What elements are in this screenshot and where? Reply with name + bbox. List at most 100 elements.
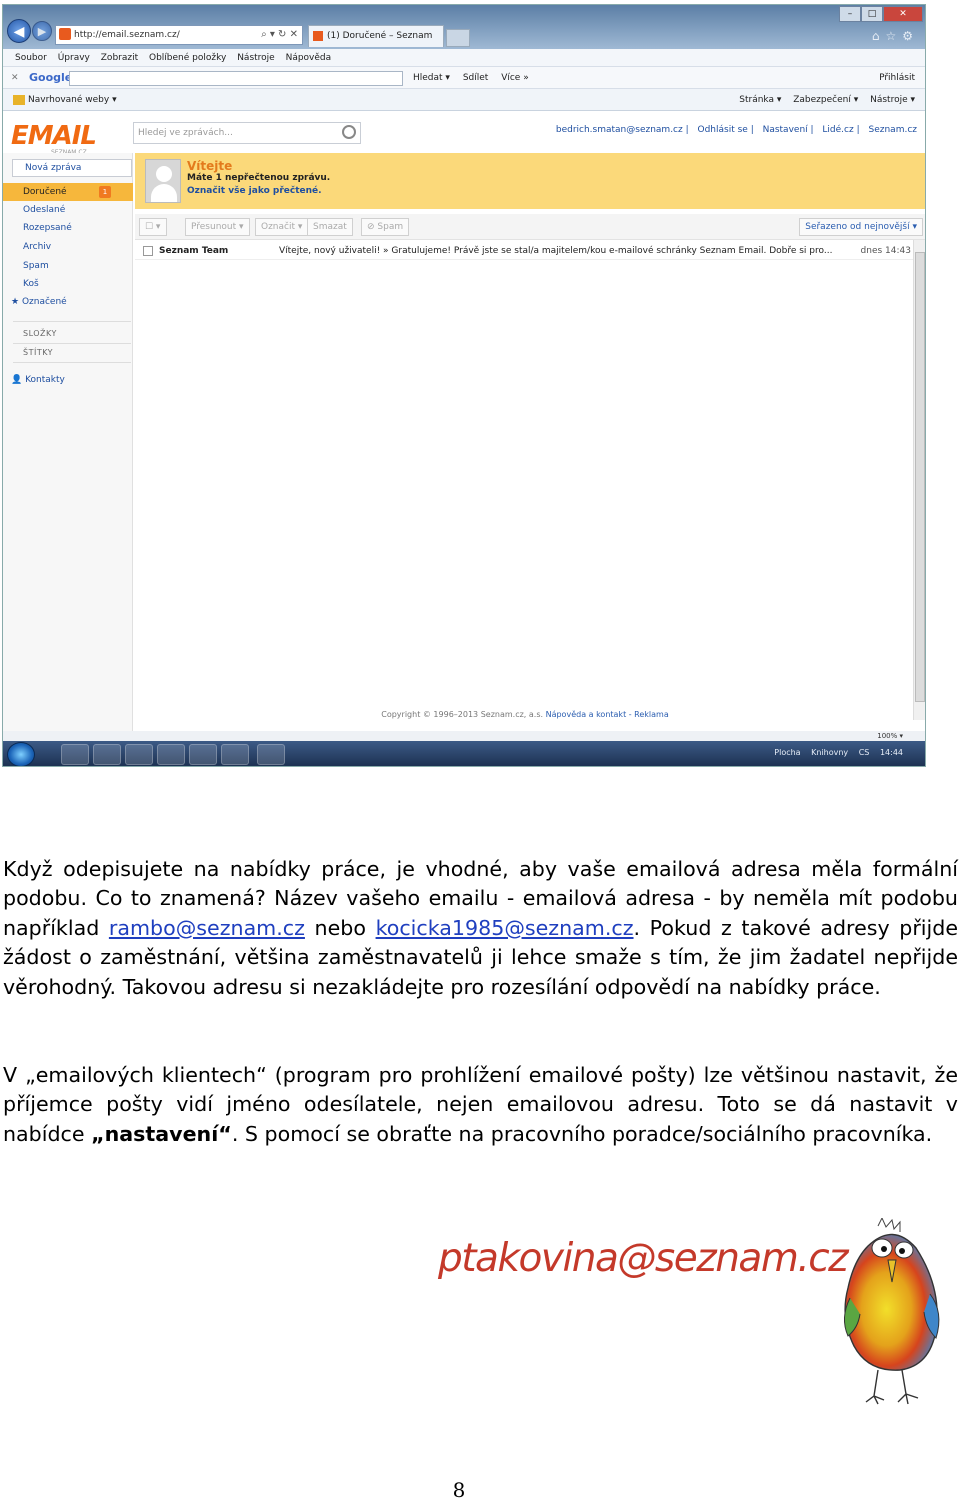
search-icon[interactable] bbox=[342, 125, 356, 139]
delete-button[interactable]: Smazat bbox=[307, 218, 353, 236]
mail-footer: Copyright © 1996–2013 Seznam.cz, a.s. Ná… bbox=[135, 705, 915, 725]
home-star-gear-icons[interactable]: ⌂☆⚙ bbox=[872, 29, 919, 43]
taskbar-app-icon[interactable] bbox=[157, 744, 185, 765]
tools-menu[interactable]: Nástroje ▾ bbox=[870, 95, 915, 105]
browser-statusbar: 100% ▾ bbox=[3, 731, 925, 741]
mail-sidebar: Nová zpráva Doručené 1 Odeslané Rozepsan… bbox=[3, 153, 133, 731]
sidebar-item-spam[interactable]: Spam bbox=[23, 261, 49, 271]
settings-link[interactable]: Nastavení bbox=[763, 125, 808, 135]
sidebar-item-contacts[interactable]: 👤 Kontakty bbox=[11, 375, 65, 385]
person-icon: 👤 bbox=[11, 375, 26, 385]
tab-icon bbox=[313, 31, 323, 41]
close-icon[interactable]: ✕ bbox=[883, 6, 923, 22]
tags-header[interactable]: ŠTÍTKY bbox=[23, 348, 53, 357]
clock[interactable]: 14:44 bbox=[880, 748, 903, 757]
menu-item[interactable]: Úpravy bbox=[58, 53, 90, 63]
site-icon bbox=[59, 28, 71, 40]
taskbar-app-icon[interactable] bbox=[125, 744, 153, 765]
language-indicator[interactable]: CS bbox=[859, 748, 870, 757]
spam-button[interactable]: ⊘ Spam bbox=[361, 218, 410, 236]
menu-bar: Soubor Úpravy Zobrazit Oblíbené položky … bbox=[3, 49, 925, 67]
taskbar-app-icon[interactable] bbox=[257, 744, 285, 765]
desktop-toolbar[interactable]: Plocha bbox=[774, 748, 800, 757]
google-share-button[interactable]: Sdílet bbox=[463, 73, 489, 83]
select-all-checkbox[interactable]: ☐ ▾ bbox=[139, 218, 167, 236]
menu-item[interactable]: Soubor bbox=[15, 53, 47, 63]
page-menu[interactable]: Stránka ▾ bbox=[739, 95, 781, 105]
new-message-button[interactable]: Nová zpráva bbox=[12, 159, 132, 177]
command-bar: Stránka ▾ Zabezpečení ▾ Nástroje ▾ bbox=[730, 89, 915, 111]
taskbar-app-icon[interactable] bbox=[189, 744, 217, 765]
address-bar[interactable]: http://email.seznam.cz/ ⌕ ▾ ↻ ✕ bbox=[55, 25, 303, 45]
address-tools-icon[interactable]: ⌕ ▾ ↻ ✕ bbox=[261, 26, 298, 44]
minimize-icon[interactable]: – bbox=[839, 6, 861, 22]
google-search-input[interactable] bbox=[69, 71, 403, 86]
divider bbox=[13, 362, 131, 363]
start-button[interactable] bbox=[7, 742, 35, 766]
copyright: Copyright © 1996–2013 Seznam.cz, a.s. bbox=[381, 710, 544, 719]
maximize-icon[interactable]: □ bbox=[861, 6, 883, 22]
zoom-level[interactable]: 100% bbox=[877, 732, 897, 740]
google-login[interactable]: Přihlásit bbox=[879, 67, 915, 89]
sidebar-item-starred[interactable]: ★ Označené bbox=[11, 297, 67, 307]
divider bbox=[13, 321, 131, 322]
sidebar-item-inbox[interactable]: Doručené 1 bbox=[3, 183, 133, 201]
message-sender: Seznam Team bbox=[159, 246, 229, 256]
help-links[interactable]: Nápověda a kontakt - Reklama bbox=[546, 710, 669, 719]
new-tab-button[interactable] bbox=[446, 29, 470, 47]
row-checkbox[interactable] bbox=[143, 246, 153, 256]
lide-link[interactable]: Lidé.cz bbox=[822, 125, 853, 135]
divider bbox=[13, 343, 131, 344]
signature-email: ptakovina@seznam.cz bbox=[438, 1236, 849, 1281]
forward-icon[interactable]: ▶ bbox=[32, 21, 52, 41]
windows-taskbar: Plocha Knihovny CS 14:44 bbox=[3, 741, 925, 766]
taskbar-media-icon[interactable] bbox=[61, 744, 89, 765]
menu-item[interactable]: Nápověda bbox=[286, 53, 332, 63]
security-menu[interactable]: Zabezpečení ▾ bbox=[793, 95, 858, 105]
menu-item[interactable]: Oblíbené položky bbox=[149, 53, 226, 63]
move-button[interactable]: Přesunout ▾ bbox=[185, 218, 250, 236]
sidebar-item-sent[interactable]: Odeslané bbox=[23, 205, 65, 215]
message-subject: Vítejte, nový uživateli! » Gratulujeme! … bbox=[279, 246, 833, 256]
avatar bbox=[145, 159, 181, 203]
scrollbar[interactable] bbox=[913, 240, 925, 720]
taskbar-folder-icon[interactable] bbox=[221, 744, 249, 765]
p2-text-b: . S pomocí se obraťte na pracovního pora… bbox=[231, 1121, 933, 1146]
window-controls: – □ ✕ bbox=[839, 6, 923, 22]
sidebar-item-drafts[interactable]: Rozepsané bbox=[23, 223, 72, 233]
scrollbar-thumb[interactable] bbox=[915, 252, 925, 702]
google-search-button[interactable]: Hledat ▾ bbox=[413, 73, 450, 83]
close-toolbar-icon[interactable]: ✕ bbox=[11, 67, 19, 89]
suggested-sites[interactable]: Navrhované weby ▾ bbox=[13, 89, 117, 111]
search-placeholder: Hledej ve zprávách... bbox=[138, 128, 233, 138]
mark-button[interactable]: Označit ▾ bbox=[255, 218, 309, 236]
sidebar-item-archive[interactable]: Archiv bbox=[23, 242, 51, 252]
google-buttons: Hledat ▾ Sdílet Více » bbox=[413, 67, 539, 89]
seznam-link[interactable]: Seznam.cz bbox=[869, 125, 918, 135]
bird-illustration bbox=[844, 1218, 940, 1405]
table-row[interactable]: Seznam Team Vítejte, nový uživateli! » G… bbox=[135, 242, 915, 260]
email-logo-mark: EMAIL bbox=[11, 121, 97, 151]
libraries-toolbar[interactable]: Knihovny bbox=[811, 748, 848, 757]
sidebar-item-trash[interactable]: Koš bbox=[23, 279, 39, 289]
browser-tab[interactable]: (1) Doručené – Seznam Email bbox=[308, 25, 444, 61]
menu-item[interactable]: Zobrazit bbox=[101, 53, 138, 63]
google-more-button[interactable]: Více » bbox=[501, 73, 529, 83]
mark-all-read-link[interactable]: Označit vše jako přečtené. bbox=[187, 186, 322, 196]
back-icon[interactable]: ◀ bbox=[7, 19, 31, 43]
document-page: ◀ ▶ http://email.seznam.cz/ ⌕ ▾ ↻ ✕ (1) … bbox=[0, 0, 960, 1502]
menu-item[interactable]: Nástroje bbox=[237, 53, 275, 63]
email-example-link-1[interactable]: rambo@seznam.cz bbox=[109, 916, 305, 940]
unread-notice: Máte 1 nepřečtenou zprávu. bbox=[187, 173, 331, 183]
account-email[interactable]: bedrich.smatan@seznam.cz bbox=[556, 125, 683, 135]
inbox-label: Doručené bbox=[23, 187, 67, 197]
mail-search-input[interactable]: Hledej ve zprávách... bbox=[133, 122, 361, 144]
email-example-link-2[interactable]: kocicka1985@seznam.cz bbox=[376, 916, 634, 940]
favorites-bar: Navrhované weby ▾ Stránka ▾ Zabezpečení … bbox=[3, 89, 925, 111]
logout-link[interactable]: Odhlásit se bbox=[698, 125, 748, 135]
taskbar-ie-icon[interactable] bbox=[93, 744, 121, 765]
folders-header[interactable]: SLOŽKY bbox=[23, 329, 57, 338]
paragraph-1: Když odepisujete na nabídky práce, je vh… bbox=[3, 855, 958, 1002]
sort-dropdown[interactable]: Seřazeno od nejnovější ▾ bbox=[799, 218, 923, 236]
mail-toolbar: ☐ ▾ Přesunout ▾ Označit ▾ Smazat ⊘ Spam … bbox=[135, 214, 925, 240]
